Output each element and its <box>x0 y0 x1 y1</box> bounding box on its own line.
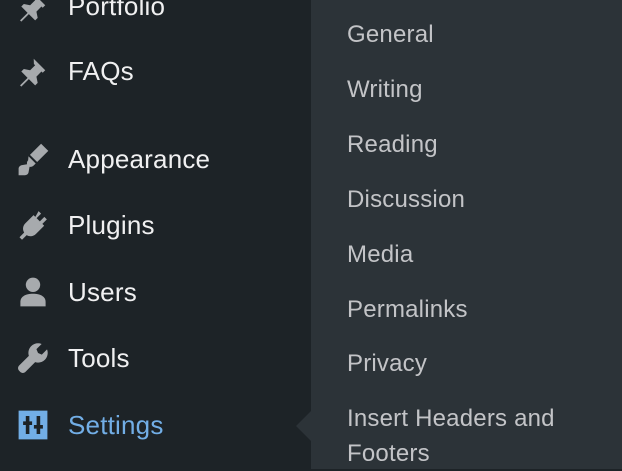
sidebar-item-plugins[interactable]: Plugins <box>0 194 311 256</box>
sidebar-item-faqs[interactable]: FAQs <box>0 40 311 102</box>
sidebar-item-portfolio[interactable]: Portfolio <box>0 0 311 37</box>
submenu-item-general[interactable]: General <box>347 17 434 52</box>
submenu-pointer <box>296 411 311 441</box>
sidebar-item-tools[interactable]: Tools <box>0 327 311 389</box>
sidebar-item-users[interactable]: Users <box>0 261 311 323</box>
pin-icon <box>15 53 51 89</box>
submenu-item-insert-headers-and-footers[interactable]: Insert Headers and <box>347 401 555 436</box>
submenu-item-insert-headers-and-footers-line2[interactable]: Footers <box>347 436 430 471</box>
pin-icon <box>15 0 51 24</box>
submenu-item-permalinks[interactable]: Permalinks <box>347 292 468 327</box>
sidebar-item-label: Portfolio <box>68 0 166 21</box>
sidebar-item-label: Tools <box>68 342 130 373</box>
submenu-item-writing[interactable]: Writing <box>347 72 423 107</box>
plug-icon <box>15 207 51 243</box>
sidebar-item-label: Plugins <box>68 209 155 240</box>
settings-submenu: General Writing Reading Discussion Media… <box>311 0 622 469</box>
sidebar-item-settings[interactable]: Settings <box>0 394 311 456</box>
sidebar-item-appearance[interactable]: Appearance <box>0 128 311 190</box>
submenu-item-discussion[interactable]: Discussion <box>347 182 465 217</box>
sidebar-item-label: Appearance <box>68 143 211 174</box>
wrench-icon <box>15 340 51 376</box>
sidebar-item-label: FAQs <box>68 55 134 86</box>
paintbrush-icon <box>15 141 51 177</box>
submenu-item-media[interactable]: Media <box>347 237 413 272</box>
submenu-item-reading[interactable]: Reading <box>347 127 438 162</box>
submenu-item-privacy[interactable]: Privacy <box>347 346 427 381</box>
settings-sliders-icon <box>15 407 51 443</box>
sidebar-item-label: Settings <box>68 409 164 440</box>
admin-sidebar: Portfolio FAQs Appearance Plugins Users … <box>0 0 311 469</box>
user-icon <box>15 274 51 310</box>
sidebar-item-label: Users <box>68 276 137 307</box>
